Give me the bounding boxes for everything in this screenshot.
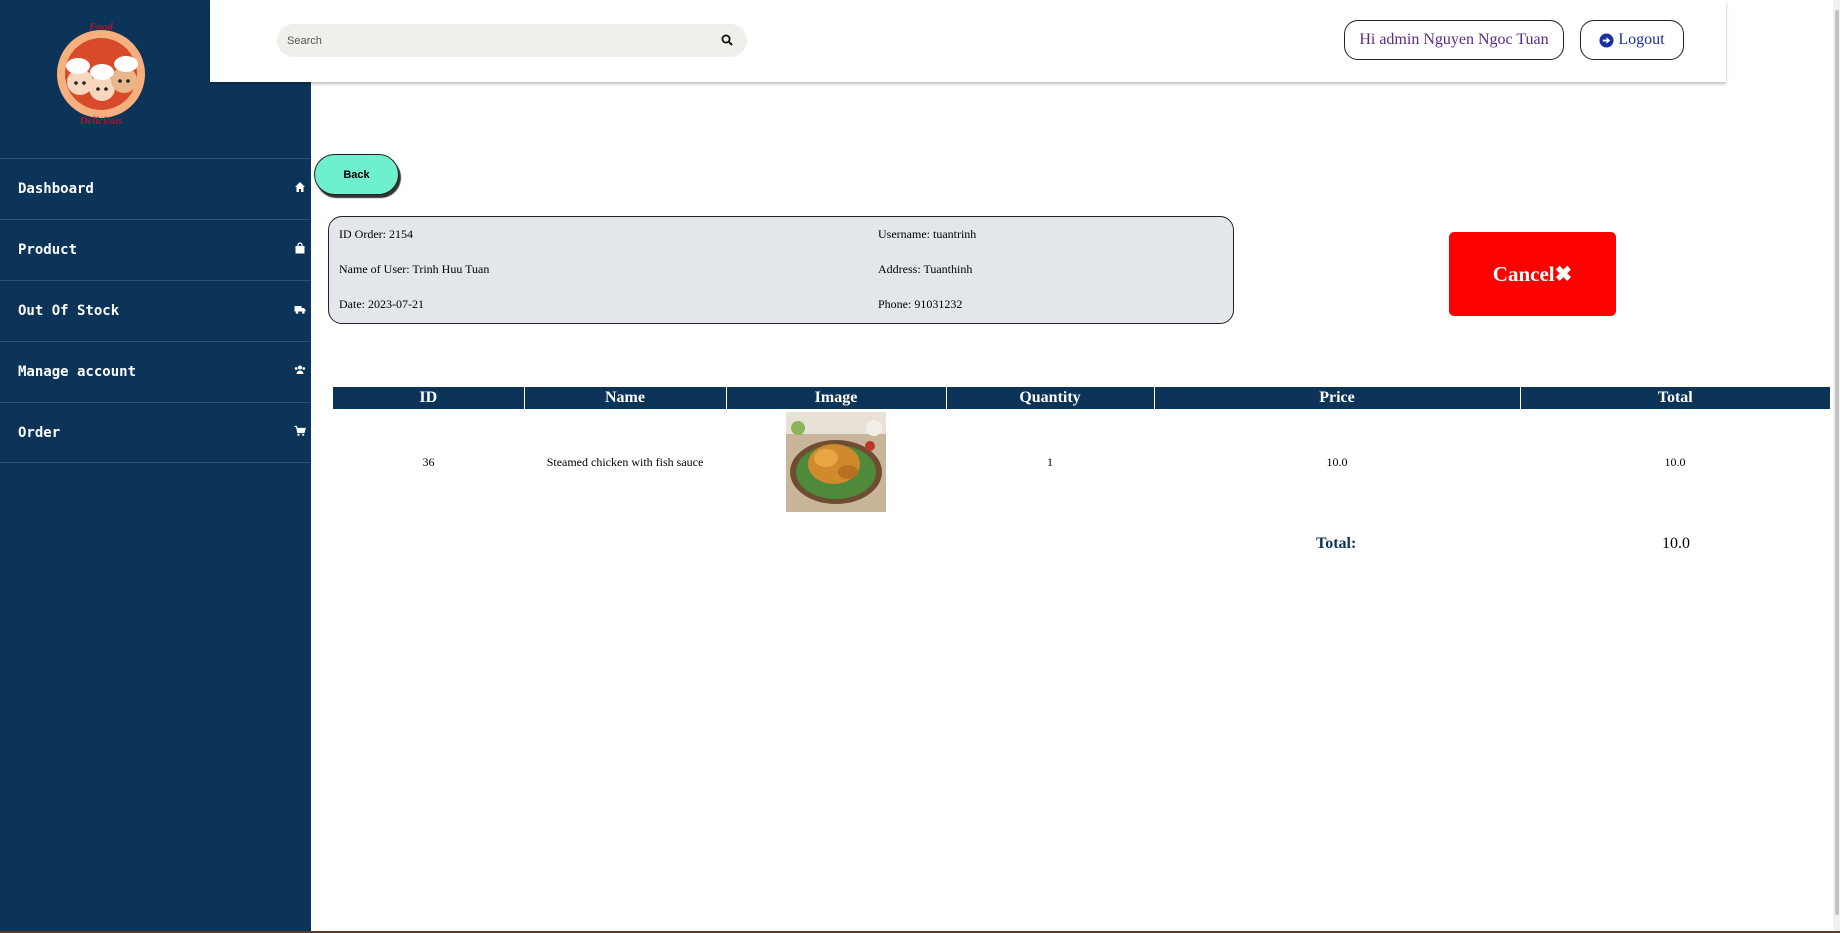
sidebar-item-product[interactable]: Product [0, 219, 311, 280]
grand-total-label: Total: [1316, 535, 1357, 552]
top-header: Hi admin Nguyen Ngoc Tuan Logout [210, 0, 1726, 82]
order-items-table: ID Name Image Quantity Price Total 36 St… [333, 387, 1830, 515]
cancel-order-button[interactable]: Cancel✖ [1449, 232, 1616, 316]
grand-total-value: 10.0 [1662, 535, 1690, 552]
sidebar-item-label: Order [18, 424, 61, 441]
sidebar-nav: Dashboard Product Out Of Stock Manage ac… [0, 158, 311, 463]
users-icon [294, 365, 306, 374]
column-header-name: Name [523, 387, 726, 409]
order-info-card: ID Order: 2154 Username: tuantrinh Name … [328, 216, 1234, 324]
steamed-chicken-photo [786, 412, 886, 512]
table-row: 36 Steamed chicken with fish sauce 1 10. [333, 409, 1830, 515]
food-delicious-logo[interactable]: Food Delicious [46, 16, 156, 126]
logout-button[interactable]: Logout [1580, 20, 1684, 60]
home-icon [295, 182, 305, 192]
truck-icon [294, 306, 306, 314]
column-header-quantity: Quantity [945, 387, 1154, 409]
cell-price: 10.0 [1326, 454, 1348, 469]
order-user-name: Name of User: Trinh Huu Tuan [339, 262, 490, 276]
sidebar-item-out-of-stock[interactable]: Out Of Stock [0, 280, 311, 341]
sidebar-item-label: Manage account [18, 364, 137, 380]
sidebar: Food Delicious Dashboard Product Out Of … [0, 0, 311, 933]
svg-text:Food: Food [88, 21, 113, 33]
sidebar-item-label: Out Of Stock [18, 303, 120, 319]
cart-icon [294, 425, 306, 436]
search-input[interactable] [287, 32, 687, 50]
column-header-image: Image [725, 387, 946, 409]
order-phone: Phone: 91031232 [878, 297, 963, 311]
shopping-bag-icon [295, 242, 305, 254]
cell-name: Steamed chicken with fish sauce [546, 454, 704, 469]
order-username: Username: tuantrinh [878, 227, 977, 241]
column-header-total: Total [1519, 387, 1830, 409]
cell-id: 36 [422, 454, 435, 469]
search-bar [277, 24, 747, 57]
sidebar-item-order[interactable]: Order [0, 402, 311, 463]
sidebar-item-dashboard[interactable]: Dashboard [0, 158, 311, 219]
admin-greeting: Hi admin Nguyen Ngoc Tuan [1344, 20, 1564, 60]
sidebar-item-manage-account[interactable]: Manage account [0, 341, 311, 402]
order-address: Address: Tuanthinh [878, 262, 973, 276]
sidebar-item-label: Product [18, 242, 78, 258]
svg-text:Delicious: Delicious [79, 115, 123, 126]
order-id: ID Order: 2154 [339, 227, 413, 241]
cell-quantity: 1 [1047, 454, 1053, 469]
cell-total: 10.0 [1664, 454, 1686, 469]
column-header-price: Price [1153, 387, 1520, 409]
arrow-circle-right-icon [1599, 32, 1614, 48]
cell-image [726, 409, 946, 515]
table-header-row: ID Name Image Quantity Price Total [333, 387, 1830, 409]
column-header-id: ID [333, 387, 524, 409]
sidebar-item-label: Dashboard [18, 181, 94, 197]
back-button[interactable]: Back [314, 154, 399, 195]
search-icon[interactable] [721, 34, 733, 46]
logout-label: Logout [1618, 31, 1665, 48]
scrollbar-thumb[interactable] [1835, 10, 1839, 915]
order-date: Date: 2023-07-21 [339, 297, 424, 311]
